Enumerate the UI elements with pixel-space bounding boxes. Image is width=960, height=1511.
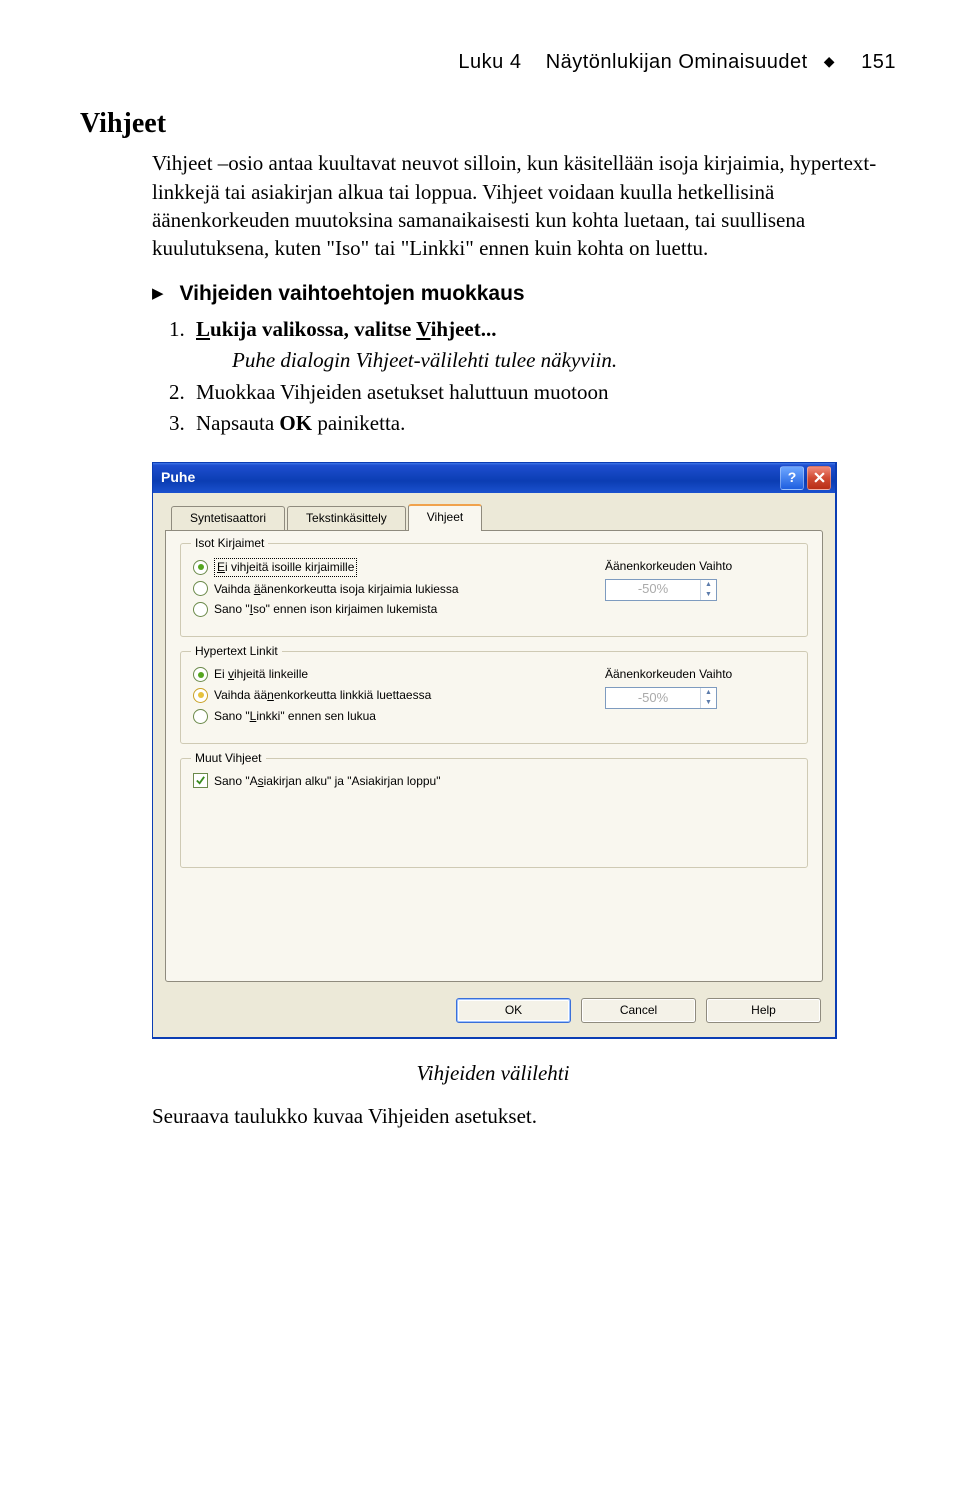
- pitch-value: -50%: [606, 689, 700, 707]
- pitch-spinner-links[interactable]: -50% ▲▼: [605, 687, 717, 709]
- chapter-label: Luku 4: [458, 51, 521, 73]
- chevron-down-icon[interactable]: ▼: [700, 698, 716, 708]
- subsection-title: Vihjeiden vaihtoehtojen muokkaus: [180, 279, 525, 308]
- group-muut-vihjeet: Muut Vihjeet Sano "Asiakirjan alku" ja "…: [180, 758, 808, 868]
- cancel-button[interactable]: Cancel: [581, 998, 696, 1023]
- chevron-up-icon[interactable]: ▲: [700, 688, 716, 698]
- group-title: Isot Kirjaimet: [191, 535, 268, 552]
- close-button[interactable]: [807, 466, 831, 490]
- help-button[interactable]: ?: [780, 466, 804, 490]
- tab-vihjeet[interactable]: Vihjeet: [408, 504, 482, 531]
- chevron-up-icon[interactable]: ▲: [700, 580, 716, 590]
- help-button-bottom[interactable]: Help: [706, 998, 821, 1023]
- figure-caption: Vihjeiden välilehti: [152, 1059, 834, 1088]
- section-title: Vihjeet: [80, 104, 896, 143]
- dialog-title: Puhe: [161, 468, 195, 488]
- radio-no-link-hint[interactable]: Ei vihjeitä linkeille: [193, 666, 595, 683]
- ok-button[interactable]: OK: [456, 998, 571, 1023]
- tabs-row: Syntetisaattori Tekstinkäsittely Vihjeet: [153, 493, 835, 530]
- tab-tekstinkasittely[interactable]: Tekstinkäsittely: [287, 506, 406, 531]
- steps-list: Lukija valikossa, valitse Vihjeet... Puh…: [152, 314, 896, 440]
- page-number: 151: [861, 51, 896, 73]
- tab-syntetisaattori[interactable]: Syntetisaattori: [171, 506, 285, 531]
- help-icon: ?: [788, 468, 797, 488]
- puhe-dialog: Puhe ? Syntetisaattori Tekstinkäsittely …: [152, 462, 837, 1039]
- group-title: Muut Vihjeet: [191, 750, 266, 767]
- subsection-heading: ▶ Vihjeiden vaihtoehtojen muokkaus: [152, 279, 896, 308]
- pitch-spinner-caps[interactable]: -50% ▲▼: [605, 579, 717, 601]
- radio-no-caps-hint[interactable]: Ei vihjeitä isoille kirjaimille: [193, 558, 595, 577]
- group-hypertext-linkit: Hypertext Linkit Ei vihjeitä linkeille V…: [180, 651, 808, 743]
- step-2: Muokkaa Vihjeiden asetukset haluttuun mu…: [190, 377, 896, 409]
- group-isot-kirjaimet: Isot Kirjaimet Ei vihjeitä isoille kirja…: [180, 543, 808, 637]
- triangle-icon: ▶: [152, 283, 164, 304]
- intro-paragraph: Vihjeet –osio antaa kuultavat neuvot sil…: [152, 149, 896, 262]
- radio-icon: [193, 709, 208, 724]
- group-title: Hypertext Linkit: [191, 643, 282, 660]
- chapter-title: Näytönlukijan Ominaisuudet: [546, 51, 808, 73]
- tab-panel: Isot Kirjaimet Ei vihjeitä isoille kirja…: [165, 530, 823, 982]
- close-icon: [814, 472, 825, 483]
- trailing-text: Seuraava taulukko kuvaa Vihjeiden asetuk…: [152, 1102, 896, 1131]
- step-1-sub: Puhe dialogin Vihjeet-välilehti tulee nä…: [232, 345, 896, 377]
- page-header: Luku 4 Näytönlukijan Ominaisuudet ◆ 151: [80, 48, 896, 76]
- radio-say-iso[interactable]: Sano "Iso" ennen ison kirjaimen lukemist…: [193, 601, 595, 618]
- dialog-buttons: OK Cancel Help: [153, 994, 835, 1037]
- check-doc-begin-end[interactable]: Sano "Asiakirjan alku" ja "Asiakirjan lo…: [193, 773, 795, 790]
- radio-icon: [193, 602, 208, 617]
- radio-pitch-caps[interactable]: Vaihda äänenkorkeutta isoja kirjaimia lu…: [193, 581, 595, 598]
- radio-icon: [193, 560, 208, 575]
- pitch-label: Äänenkorkeuden Vaihto: [605, 666, 795, 683]
- checkbox-icon: [193, 773, 208, 788]
- radio-pitch-link[interactable]: Vaihda äänenkorkeutta linkkiä luettaessa: [193, 687, 595, 704]
- pitch-value: -50%: [606, 580, 700, 598]
- radio-icon: [193, 688, 208, 703]
- radio-icon: [193, 667, 208, 682]
- pitch-label: Äänenkorkeuden Vaihto: [605, 558, 795, 575]
- diamond-icon: ◆: [824, 52, 835, 72]
- dialog-titlebar[interactable]: Puhe ?: [153, 463, 835, 493]
- chevron-down-icon[interactable]: ▼: [700, 590, 716, 600]
- step-1: Lukija valikossa, valitse Vihjeet... Puh…: [190, 314, 896, 377]
- step-3: Napsauta OK painiketta.: [190, 408, 896, 440]
- radio-say-linkki[interactable]: Sano "Linkki" ennen sen lukua: [193, 708, 595, 725]
- radio-icon: [193, 581, 208, 596]
